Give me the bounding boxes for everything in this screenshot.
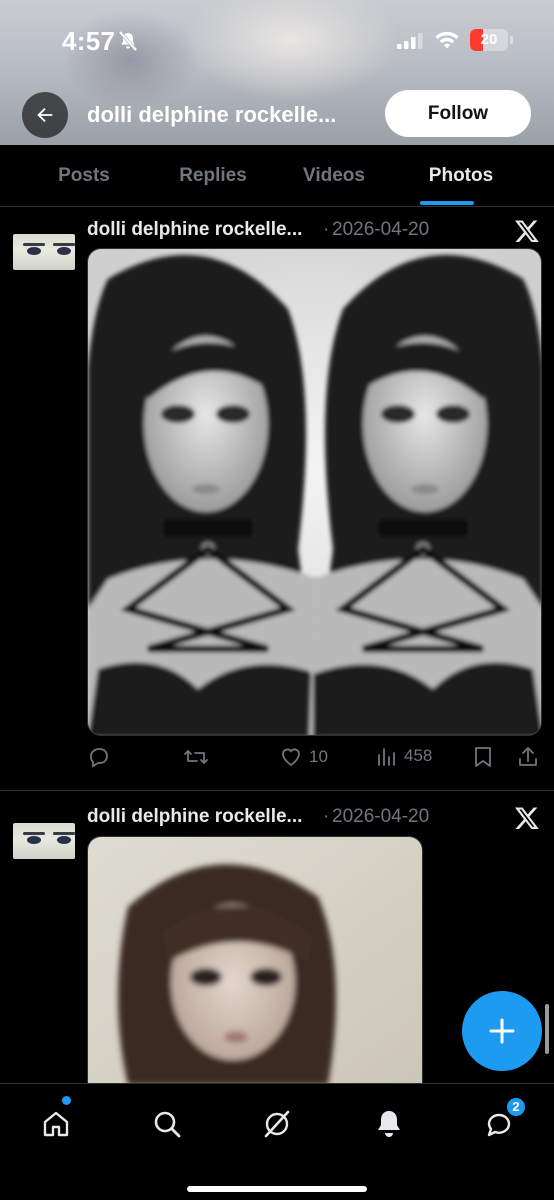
post-date[interactable]: 2026-04-20 bbox=[332, 219, 429, 241]
views-chart-icon bbox=[378, 748, 395, 766]
reply-button[interactable] bbox=[87, 745, 111, 769]
reply-icon bbox=[90, 748, 108, 768]
share-icon bbox=[519, 747, 537, 766]
views-button[interactable]: 458 bbox=[376, 745, 432, 767]
grok-icon bbox=[264, 1110, 290, 1138]
post-separator: · bbox=[323, 219, 330, 240]
plus-icon bbox=[489, 1018, 515, 1044]
compose-post-button[interactable] bbox=[462, 991, 542, 1071]
post-date[interactable]: 2026-04-20 bbox=[332, 806, 429, 828]
notifications-bell-icon bbox=[378, 1111, 400, 1137]
avatar[interactable] bbox=[13, 823, 75, 859]
bookmark-icon bbox=[475, 747, 491, 767]
like-count: 10 bbox=[309, 747, 328, 766]
heart-icon bbox=[282, 748, 300, 767]
silent-mode-icon bbox=[118, 31, 138, 51]
search-icon bbox=[154, 1111, 181, 1138]
active-tab-indicator bbox=[420, 201, 474, 205]
nav-notifications[interactable] bbox=[367, 1102, 411, 1146]
nav-grok[interactable] bbox=[255, 1102, 299, 1146]
repost-button[interactable] bbox=[183, 745, 209, 769]
tab-replies[interactable]: Replies bbox=[158, 145, 268, 207]
post-author-name[interactable]: dolli delphine rockelle... bbox=[87, 219, 302, 241]
repost-icon bbox=[184, 750, 208, 764]
follow-button[interactable]: Follow bbox=[385, 90, 531, 137]
home-unread-dot bbox=[62, 1096, 71, 1105]
x-logo-icon bbox=[514, 220, 539, 243]
profile-name: dolli delphine rockelle... bbox=[87, 102, 337, 127]
nav-home[interactable] bbox=[34, 1102, 78, 1146]
post-author-name[interactable]: dolli delphine rockelle... bbox=[87, 806, 302, 828]
x-logo-icon bbox=[514, 807, 539, 830]
post-actions: 10 458 bbox=[87, 745, 542, 775]
nav-search[interactable] bbox=[145, 1102, 189, 1146]
post-media-image[interactable] bbox=[87, 248, 542, 736]
arrow-left-icon bbox=[37, 107, 53, 123]
post-divider bbox=[0, 790, 554, 791]
mirrored-portrait-image bbox=[88, 249, 541, 735]
share-button[interactable] bbox=[516, 745, 540, 769]
status-bar: 4:57 20 bbox=[0, 0, 554, 86]
tab-photos[interactable]: Photos bbox=[406, 145, 516, 207]
status-time: 4:57 bbox=[62, 26, 116, 56]
battery-indicator: 20 bbox=[470, 29, 508, 51]
avatar[interactable] bbox=[13, 234, 75, 270]
back-button[interactable] bbox=[22, 92, 68, 138]
post-media-image[interactable] bbox=[87, 836, 423, 1084]
view-count: 458 bbox=[404, 746, 433, 765]
battery-percentage: 20 bbox=[480, 31, 498, 48]
color-portrait-image bbox=[88, 837, 422, 1083]
profile-tabs: Posts Replies Videos Photos bbox=[0, 145, 554, 207]
like-button[interactable]: 10 bbox=[279, 745, 328, 769]
tab-posts[interactable]: Posts bbox=[38, 145, 130, 207]
messages-badge: 2 bbox=[505, 1096, 527, 1118]
wifi-icon bbox=[435, 31, 459, 49]
bookmark-button[interactable] bbox=[472, 745, 494, 769]
cellular-signal-icon bbox=[397, 33, 423, 49]
home-indicator bbox=[187, 1186, 367, 1192]
scrollbar[interactable] bbox=[545, 1004, 549, 1054]
home-icon bbox=[43, 1111, 69, 1137]
post-separator: · bbox=[323, 806, 330, 827]
battery-cap bbox=[510, 36, 513, 44]
tab-videos[interactable]: Videos bbox=[288, 145, 380, 207]
bottom-nav: 2 bbox=[0, 1083, 554, 1200]
